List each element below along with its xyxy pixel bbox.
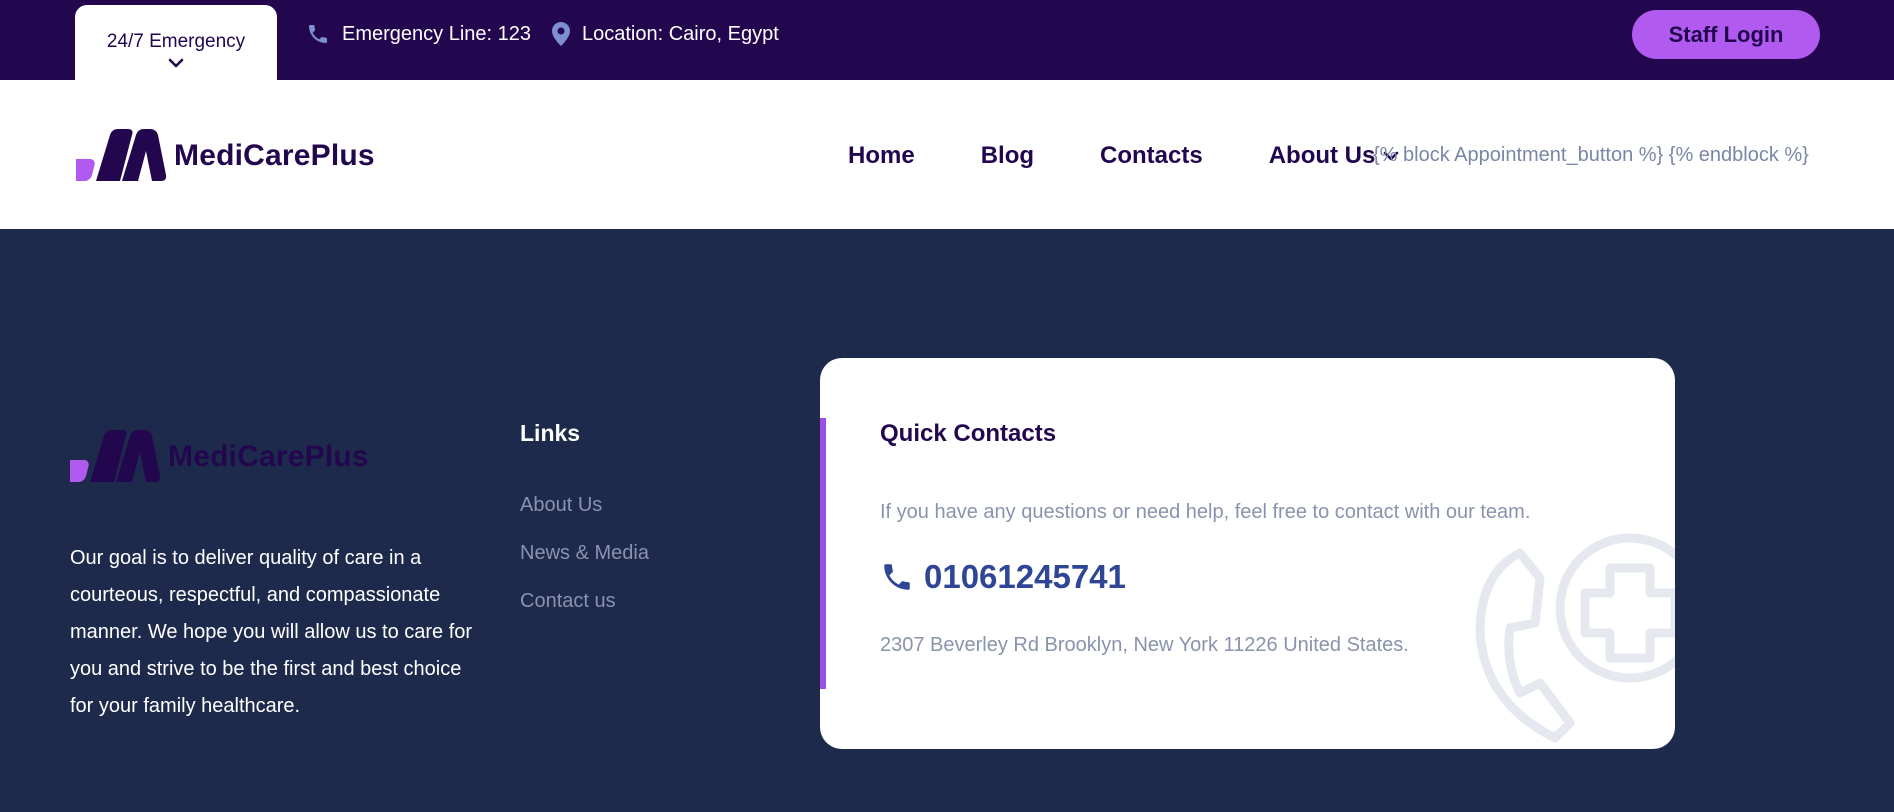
quick-contacts-subtitle: If you have any questions or need help, … bbox=[880, 501, 1531, 523]
phone-icon bbox=[884, 564, 910, 590]
nav-item-contacts[interactable]: Contacts bbox=[1100, 142, 1203, 170]
nav-item-home[interactable]: Home bbox=[848, 142, 915, 170]
phone-icon bbox=[309, 25, 327, 43]
staff-login-button[interactable]: Staff Login bbox=[1632, 10, 1820, 59]
logo-mark-icon bbox=[76, 129, 167, 181]
footer-link-news-media[interactable]: News & Media bbox=[520, 542, 649, 567]
quick-contacts-address: 2307 Beverley Rd Brooklyn, New York 1122… bbox=[880, 634, 1409, 656]
footer-logo-text: MediCarePlus bbox=[168, 440, 369, 473]
footer-links-title: Links bbox=[520, 420, 581, 446]
main-navbar: MediCarePlus Home Blog Contacts About Us… bbox=[0, 80, 1894, 229]
nav-item-blog[interactable]: Blog bbox=[981, 142, 1034, 170]
quick-contacts-title: Quick Contacts bbox=[880, 420, 1057, 447]
phone-medical-watermark-icon bbox=[1475, 533, 1675, 743]
location-info: Location: Cairo, Egypt bbox=[552, 22, 779, 46]
emergency-tab[interactable]: 24/7 Emergency bbox=[75, 5, 277, 80]
quick-contacts-phone[interactable]: 01061245741 bbox=[880, 558, 1126, 596]
emergency-tab-label: 24/7 Emergency bbox=[106, 31, 246, 52]
footer-links-list: About Us News & Media Contact us bbox=[520, 494, 649, 638]
header-logo-text: MediCarePlus bbox=[174, 139, 375, 172]
nav-item-about-us-label: About Us bbox=[1268, 142, 1376, 169]
top-bar: 24/7 Emergency Emergency Line: 123 Locat… bbox=[0, 0, 1894, 80]
quick-contacts-phone-number: 01061245741 bbox=[924, 558, 1126, 595]
emergency-line[interactable]: Emergency Line: 123 bbox=[306, 22, 531, 46]
nav-links: Home Blog Contacts About Us bbox=[848, 142, 1405, 170]
logo-mark-icon bbox=[70, 430, 161, 482]
footer-description: Our goal is to deliver quality of care i… bbox=[70, 547, 473, 717]
chevron-down-icon bbox=[168, 58, 184, 68]
emergency-line-text: Emergency Line: 123 bbox=[342, 22, 532, 45]
card-accent-bar bbox=[820, 418, 826, 689]
appointment-template-placeholder: {% block Appointment_button %} {% endblo… bbox=[1373, 144, 1809, 166]
footer-link-about-us[interactable]: About Us bbox=[520, 494, 649, 519]
footer-link-contact-us[interactable]: Contact us bbox=[520, 590, 649, 615]
location-pin-icon bbox=[552, 22, 570, 46]
footer-logo[interactable]: MediCarePlus bbox=[70, 428, 369, 486]
location-text: Location: Cairo, Egypt bbox=[582, 22, 779, 45]
quick-contacts-card: Quick Contacts If you have any questions… bbox=[820, 358, 1675, 749]
header-logo[interactable]: MediCarePlus bbox=[76, 127, 375, 185]
